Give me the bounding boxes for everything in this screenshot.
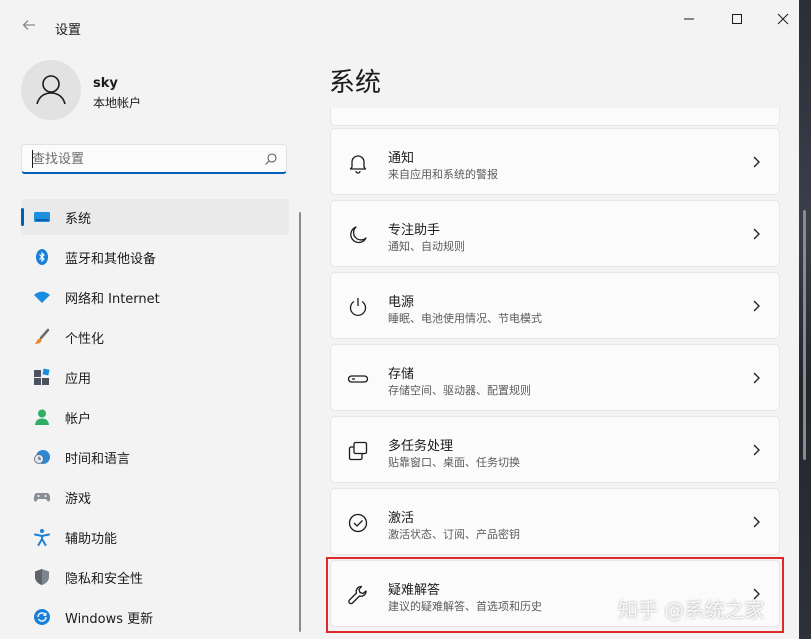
setting-card-storage[interactable]: 存储 存储空间、驱动器、配置规则 (330, 344, 780, 411)
clock-globe-icon (34, 450, 50, 464)
setting-card-activation[interactable]: 激活 激活状态、订阅、产品密钥 (330, 488, 780, 555)
search-icon[interactable] (264, 152, 278, 166)
chevron-right-icon (753, 156, 760, 168)
card-description: 存储空间、驱动器、配置规则 (388, 384, 531, 397)
sidebar-item-gaming[interactable]: 游戏 (21, 479, 289, 515)
title-bar: 设置 (0, 0, 799, 54)
sidebar-item-label: 个性化 (65, 332, 105, 347)
maximize-icon[interactable] (722, 9, 752, 29)
account-type: 本地帐户 (93, 96, 142, 110)
wrench-icon (348, 585, 367, 605)
setting-card-power[interactable]: 电源 睡眠、电池使用情况、节电模式 (330, 272, 780, 339)
card-title: 激活 (388, 511, 415, 526)
shield-icon (35, 569, 49, 585)
update-icon (34, 609, 50, 625)
bell-icon (349, 155, 367, 174)
sidebar-item-label: 隐私和安全性 (65, 572, 144, 587)
setting-card-notifications[interactable]: 通知 来自应用和系统的警报 (330, 128, 780, 195)
user-name: sky (93, 76, 118, 91)
card-title: 专注助手 (388, 223, 441, 238)
sidebar-item-windows-update[interactable]: Windows 更新 (21, 599, 289, 635)
card-title: 疑难解答 (388, 583, 441, 598)
person-icon (35, 409, 49, 425)
chevron-right-icon (753, 444, 760, 456)
sidebar-item-accounts[interactable]: 帐户 (21, 399, 289, 435)
sidebar-item-accessibility[interactable]: 辅助功能 (21, 519, 289, 555)
sidebar-item-time-language[interactable]: 时间和语言 (21, 439, 289, 475)
sidebar-item-label: 时间和语言 (65, 452, 131, 467)
system-display-icon (34, 212, 50, 222)
sidebar-item-network[interactable]: 网络和 Internet (21, 279, 289, 315)
bluetooth-icon (36, 249, 48, 265)
card-title: 存储 (388, 367, 415, 382)
sidebar-item-label: 应用 (65, 372, 92, 387)
sidebar-item-label: 蓝牙和其他设备 (65, 252, 157, 267)
moon-icon (350, 226, 367, 244)
sidebar-item-apps[interactable]: 应用 (21, 359, 289, 395)
page-title: 系统 (329, 68, 382, 98)
chevron-right-icon (753, 372, 760, 384)
card-description: 激活状态、订阅、产品密钥 (388, 528, 520, 541)
back-arrow-icon[interactable] (19, 17, 39, 37)
card-description: 睡眠、电池使用情况、节电模式 (388, 312, 542, 325)
minimize-icon[interactable] (674, 9, 704, 29)
close-icon[interactable] (768, 9, 798, 29)
text-caret (32, 150, 33, 168)
card-description: 通知、自动规则 (388, 240, 465, 253)
accessibility-icon (34, 529, 50, 546)
selection-indicator (21, 208, 24, 226)
sidebar-nav: 系统 蓝牙和其他设备 网络和 Internet 个性化 应用 帐户 时间和语言 … (21, 199, 289, 639)
sidebar-item-label: 系统 (65, 212, 92, 227)
chevron-right-icon (753, 516, 760, 528)
setting-card-multitasking[interactable]: 多任务处理 贴靠窗口、桌面、任务切换 (330, 416, 780, 483)
sidebar-item-label: 游戏 (65, 492, 92, 507)
window-title: 设置 (55, 23, 82, 38)
avatar[interactable] (21, 60, 81, 120)
power-icon (349, 298, 367, 316)
wifi-icon (34, 291, 50, 303)
setting-card-focus-assist[interactable]: 专注助手 通知、自动规则 (330, 200, 780, 267)
search-box[interactable] (21, 144, 287, 174)
search-input[interactable] (32, 150, 252, 168)
settings-window: 设置 sky 本地帐户 查找设置 系统 蓝牙和其他设备 网络和 Internet… (0, 0, 811, 639)
card-title: 多任务处理 (388, 439, 454, 454)
sidebar-item-personalization[interactable]: 个性化 (21, 319, 289, 355)
chevron-right-icon (753, 228, 760, 240)
sidebar-item-label: 辅助功能 (65, 532, 118, 547)
sidebar-item-privacy[interactable]: 隐私和安全性 (21, 559, 289, 595)
content-scrollbar[interactable] (803, 210, 806, 460)
card-title: 电源 (388, 295, 415, 310)
sidebar-item-label: 网络和 Internet (65, 292, 160, 307)
storage-drive-icon (347, 375, 369, 383)
sidebar-item-label: Windows 更新 (65, 612, 154, 627)
sidebar-item-bluetooth[interactable]: 蓝牙和其他设备 (21, 239, 289, 275)
card-description: 贴靠窗口、桌面、任务切换 (388, 456, 520, 469)
gamepad-icon (33, 493, 51, 502)
previous-setting-card-partial[interactable] (330, 108, 780, 126)
multitask-icon (348, 441, 368, 461)
sidebar-item-label: 帐户 (65, 412, 92, 427)
person-icon (36, 75, 66, 105)
chevron-right-icon (753, 300, 760, 312)
sidebar-item-system[interactable]: 系统 (21, 199, 289, 235)
apps-icon (34, 368, 50, 385)
sidebar-scrollbar[interactable] (299, 212, 301, 632)
card-description: 建议的疑难解答、首选项和历史 (388, 600, 542, 613)
brush-icon (35, 328, 50, 344)
card-description: 来自应用和系统的警报 (388, 168, 498, 181)
card-title: 通知 (388, 151, 415, 166)
checkmark-circle-icon (348, 513, 368, 533)
watermark: 知乎 @系统之家 (618, 598, 765, 622)
